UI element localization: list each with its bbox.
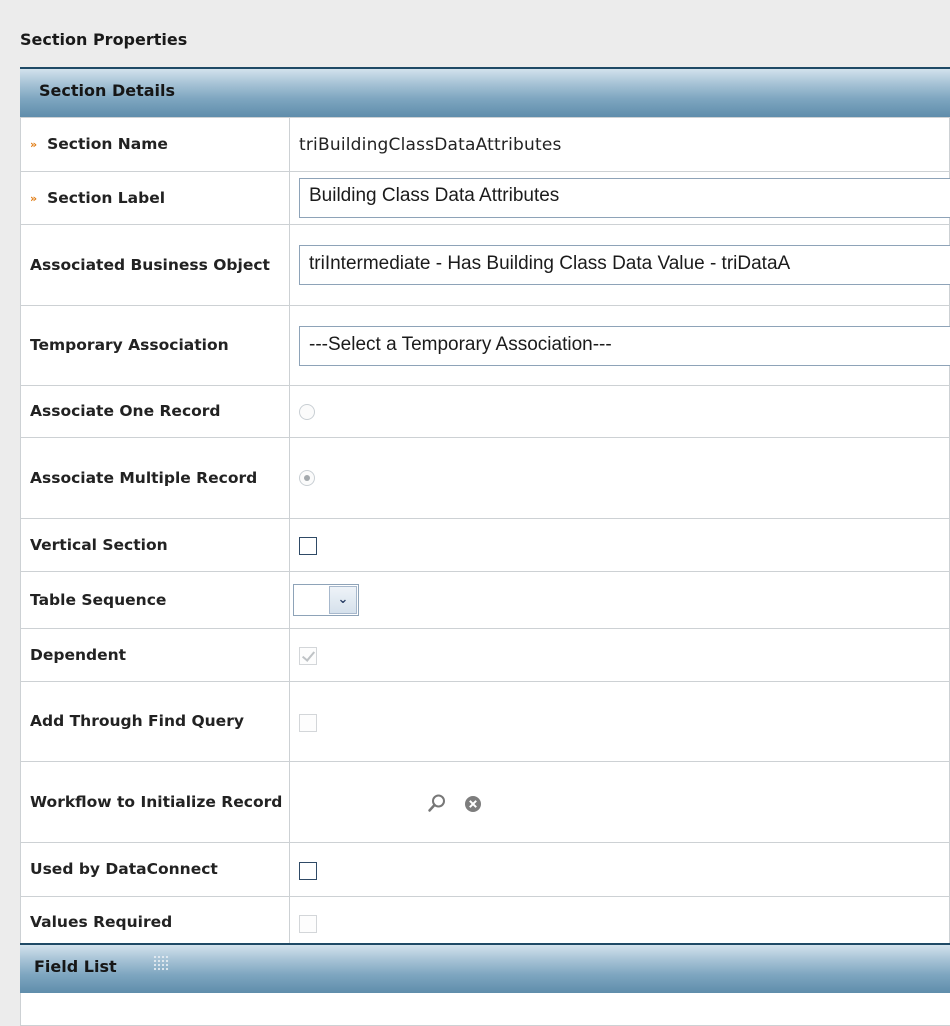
required-marker-icon: »: [30, 191, 38, 205]
vertical-section-value-cell: [289, 518, 950, 572]
add-through-find-query-label-cell: Add Through Find Query: [20, 681, 290, 762]
temporary-association-label-cell: Temporary Association: [20, 305, 290, 386]
row-associate-multiple-record: Associate Multiple Record: [20, 437, 950, 519]
values-required-checkbox: [299, 914, 317, 933]
dependent-label-cell: Dependent: [20, 628, 290, 682]
temporary-association-label: Temporary Association: [30, 336, 229, 354]
used-by-dataconnect-value-cell: [289, 842, 950, 897]
associated-business-object-select[interactable]: triIntermediate - Has Building Class Dat…: [299, 245, 950, 285]
associate-multiple-record-label: Associate Multiple Record: [30, 468, 258, 487]
table-sequence-label: Table Sequence: [30, 590, 167, 609]
associate-one-record-label: Associate One Record: [30, 402, 221, 420]
values-required-value-cell: [289, 896, 950, 949]
associate-multiple-record-radio[interactable]: [299, 470, 315, 486]
vertical-section-label-cell: Vertical Section: [20, 518, 290, 572]
dependent-label: Dependent: [30, 645, 127, 664]
section-properties-panel: Section Properties Section Details » Sect…: [0, 0, 950, 1026]
values-required-label-cell: Values Required: [20, 896, 290, 949]
section-details-table: » Section Name triBuildingClassDataAttrib…: [20, 117, 950, 949]
add-through-find-query-value-cell: [289, 681, 950, 762]
vertical-section-label: Vertical Section: [30, 535, 168, 554]
row-dependent: Dependent: [20, 628, 950, 682]
page-title: Section Properties: [20, 30, 188, 49]
associate-one-record-label-cell: Associate One Record: [20, 385, 290, 438]
row-values-required: Values Required: [20, 896, 950, 949]
workflow-to-initialize-record-label-cell: Workflow to Initialize Record: [20, 761, 290, 843]
required-marker-icon: »: [30, 138, 38, 151]
used-by-dataconnect-label-cell: Used by DataConnect: [20, 842, 290, 897]
associate-multiple-record-value-cell: [289, 437, 950, 519]
associated-business-object-label-cell: Associated Business Object: [20, 224, 290, 306]
workflow-to-initialize-record-label: Workflow to Initialize Record: [30, 792, 283, 811]
dependent-value-cell: [289, 628, 950, 682]
associate-multiple-record-label-cell: Associate Multiple Record: [20, 437, 290, 519]
row-section-name: » Section Name triBuildingClassDataAttrib…: [20, 117, 950, 172]
row-temporary-association: Temporary Association ---Select a Tempor…: [20, 305, 950, 386]
add-through-find-query-label: Add Through Find Query: [30, 712, 244, 730]
row-associated-business-object: Associated Business Object triIntermedia…: [20, 224, 950, 306]
values-required-label: Values Required: [30, 913, 173, 931]
associate-one-record-value-cell: [289, 385, 950, 438]
field-list-header[interactable]: Field List: [20, 943, 950, 993]
row-section-label: » Section Label Building Class Data Attri…: [20, 171, 950, 225]
add-through-find-query-checkbox: [299, 713, 317, 732]
dependent-checkbox: [299, 647, 317, 665]
row-add-through-find-query: Add Through Find Query: [20, 681, 950, 762]
section-label-label: Section Label: [47, 188, 166, 207]
vertical-section-checkbox[interactable]: [299, 537, 317, 555]
row-associate-one-record: Associate One Record: [20, 385, 950, 438]
section-name-value: triBuildingClassDataAttributes: [299, 134, 562, 155]
associated-business-object-label: Associated Business Object: [30, 255, 270, 274]
associate-one-record-radio[interactable]: [299, 403, 315, 420]
row-vertical-section: Vertical Section: [20, 518, 950, 572]
section-label-value-cell: Building Class Data Attributes: [289, 171, 950, 225]
used-by-dataconnect-label: Used by DataConnect: [30, 860, 218, 878]
associated-business-object-value-cell: triIntermediate - Has Building Class Dat…: [289, 224, 950, 306]
section-name-label: Section Name: [47, 135, 168, 153]
field-list-content: [20, 993, 950, 1026]
chevron-down-icon[interactable]: ⌄: [329, 586, 357, 614]
section-label-label-cell: » Section Label: [20, 171, 290, 225]
row-table-sequence: Table Sequence ⌄: [20, 571, 950, 629]
temporary-association-select[interactable]: ---Select a Temporary Association---: [299, 325, 950, 366]
table-sequence-label-cell: Table Sequence: [20, 571, 290, 629]
clear-icon[interactable]: [464, 795, 482, 813]
section-label-input[interactable]: Building Class Data Attributes: [299, 178, 950, 218]
workflow-to-initialize-record-value-cell: [289, 761, 950, 843]
table-sequence-value-cell: ⌄: [289, 571, 950, 629]
table-sequence-select[interactable]: ⌄: [293, 584, 359, 616]
section-name-label-cell: » Section Name: [20, 117, 290, 172]
temporary-association-value-cell: ---Select a Temporary Association---: [289, 305, 950, 386]
magnifier-icon[interactable]: [427, 793, 447, 813]
field-list-title: Field List: [34, 957, 117, 976]
row-workflow-to-initialize-record: Workflow to Initialize Record: [20, 761, 950, 843]
grip-icon[interactable]: [153, 955, 169, 971]
row-used-by-dataconnect: Used by DataConnect: [20, 842, 950, 897]
used-by-dataconnect-checkbox[interactable]: [299, 861, 317, 880]
section-name-value-cell: triBuildingClassDataAttributes: [289, 117, 950, 172]
section-details-title: Section Details: [39, 81, 176, 100]
section-details-header: Section Details: [20, 67, 950, 117]
